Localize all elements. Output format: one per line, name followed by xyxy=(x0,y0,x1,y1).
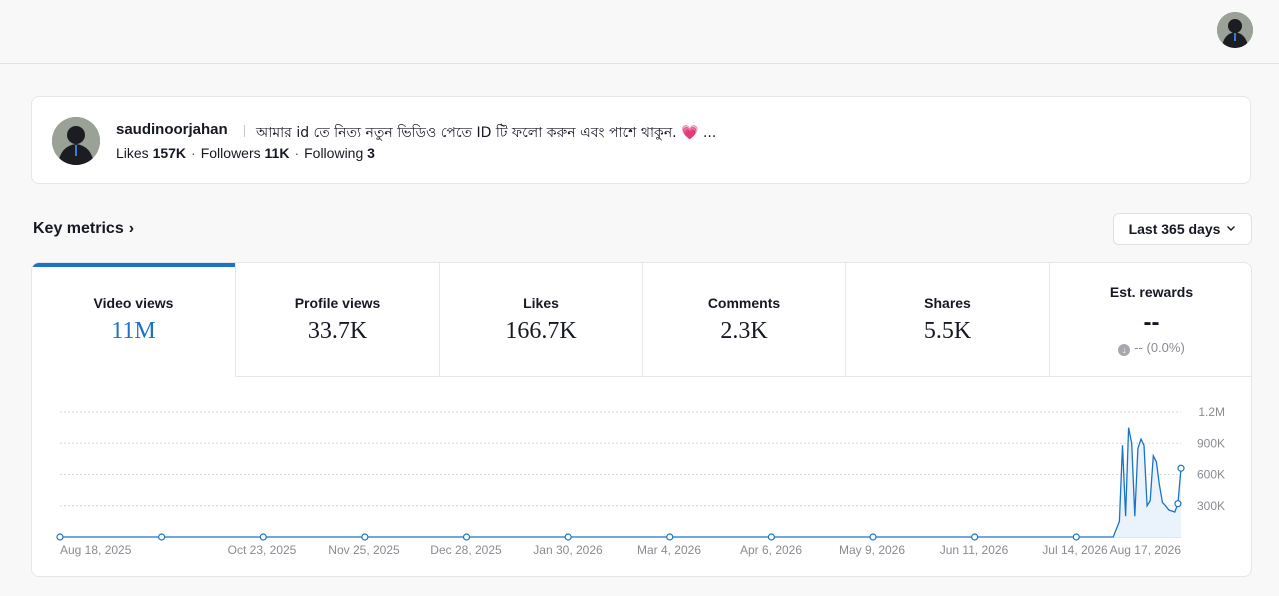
tab-value: 166.7K xyxy=(505,318,577,344)
date-range-label: Last 365 days xyxy=(1128,221,1221,237)
profile-card: saudinoorjahan আমার id তে নিত্য নতুন ভিড… xyxy=(31,96,1251,184)
x-tick-label: Dec 28, 2025 xyxy=(430,543,502,557)
chevron-right-icon: › xyxy=(128,220,135,237)
tab-value: 5.5K xyxy=(923,318,972,344)
tab-profile-views[interactable]: Profile views 33.7K xyxy=(236,263,440,377)
series-point xyxy=(56,533,64,541)
tab-est-rewards[interactable]: Est. rewards -- ↓ -- (0.0%) xyxy=(1050,263,1251,377)
chart-grid xyxy=(60,411,1181,538)
chart-series xyxy=(56,427,1185,541)
tab-value: -- xyxy=(1143,309,1160,336)
series-point xyxy=(767,533,776,541)
x-tick-label: May 9, 2026 xyxy=(839,543,905,557)
series-point xyxy=(462,533,471,541)
series-point xyxy=(1177,464,1185,472)
tab-label: Shares xyxy=(924,295,971,311)
date-range-dropdown[interactable]: Last 365 days xyxy=(1113,213,1252,245)
x-tick-label: Jan 30, 2026 xyxy=(533,543,603,557)
tab-value: 11M xyxy=(111,318,156,344)
rewards-change-text: -- (0.0%) xyxy=(1134,340,1185,355)
key-metrics-label: Key metrics xyxy=(33,220,124,237)
x-tick-label: Nov 25, 2025 xyxy=(328,543,400,557)
x-tick-label: Aug 17, 2026 xyxy=(1110,543,1182,557)
tab-likes[interactable]: Likes 166.7K xyxy=(440,263,643,377)
series-point xyxy=(971,533,979,541)
series-point xyxy=(666,533,674,541)
stats-dot: · xyxy=(191,145,196,161)
series-point xyxy=(361,533,369,541)
likes-count: 157K xyxy=(152,145,187,161)
y-tick-label: 300K xyxy=(1197,499,1225,513)
y-tick-label: 1.2M xyxy=(1198,405,1225,419)
profile-avatar-icon[interactable] xyxy=(52,117,100,165)
y-tick-label: 900K xyxy=(1197,436,1225,450)
tab-label: Video views xyxy=(93,295,174,311)
likes-label: Likes xyxy=(116,145,149,161)
series-point xyxy=(259,533,267,541)
chevron-down-icon xyxy=(1226,223,1236,236)
user-avatar-icon[interactable] xyxy=(1217,12,1253,48)
tab-video-views[interactable]: Video views 11M xyxy=(32,263,236,377)
bio-separator xyxy=(244,125,245,137)
profile-stats: Likes 157K · Followers 11K · Following 3 xyxy=(116,145,375,161)
x-tick-label: Jul 14, 2026 xyxy=(1042,543,1108,557)
username[interactable]: saudinoorjahan xyxy=(116,121,228,138)
key-metrics-title[interactable]: Key metrics › xyxy=(33,220,134,238)
x-tick-label: Mar 4, 2026 xyxy=(637,543,701,557)
tab-label: Est. rewards xyxy=(1109,284,1194,300)
series-point xyxy=(1174,500,1182,508)
stats-dot: · xyxy=(294,145,300,161)
tab-label: Comments xyxy=(707,295,781,311)
rewards-change: ↓ -- (0.0%) xyxy=(1050,340,1251,356)
x-axis-ticks: Aug 18, 2025 Oct 23, 2025 Nov 25, 2025 Dec … xyxy=(60,543,1181,557)
y-tick-label: 600K xyxy=(1197,468,1225,482)
series-area xyxy=(60,427,1181,537)
tab-comments[interactable]: Comments 2.3K xyxy=(643,263,846,377)
bio-text: আমার id তে নিত্য নতুন ভিডিও পেতে ID টি ফ… xyxy=(256,125,717,141)
series-line xyxy=(60,427,1182,538)
tab-label: Profile views xyxy=(294,295,381,311)
series-point xyxy=(1072,533,1080,541)
tab-shares[interactable]: Shares 5.5K xyxy=(846,263,1050,377)
x-tick-label: Aug 18, 2025 xyxy=(60,543,132,557)
tab-value: 2.3K xyxy=(720,318,768,344)
x-tick-label: Jun 11, 2026 xyxy=(940,543,1009,557)
tab-label: Likes xyxy=(523,295,559,311)
series-point xyxy=(158,533,166,541)
followers-count: 11K xyxy=(264,145,290,161)
x-tick-label: Oct 23, 2025 xyxy=(228,543,297,557)
metrics-card: Video views 11M Profile views 33.7K Like… xyxy=(31,262,1252,577)
series-point xyxy=(869,533,877,541)
following-count: 3 xyxy=(367,145,375,161)
series-point xyxy=(564,533,572,541)
metric-tabs: Video views 11M Profile views 33.7K Like… xyxy=(32,263,1251,377)
arrow-down-circle-icon: ↓ xyxy=(1118,344,1131,356)
y-axis-ticks: 1.2M 900K 600K 300K xyxy=(1197,405,1225,513)
video-views-chart: 1.2M 900K 600K 300K Aug 18, 2025 Oct 23, 202… xyxy=(56,405,1225,557)
following-label: Following xyxy=(304,145,364,161)
followers-label: Followers xyxy=(200,145,261,161)
x-tick-label: Apr 6, 2026 xyxy=(740,543,802,557)
tab-value: 33.7K xyxy=(307,318,368,344)
top-bar xyxy=(0,0,1279,64)
